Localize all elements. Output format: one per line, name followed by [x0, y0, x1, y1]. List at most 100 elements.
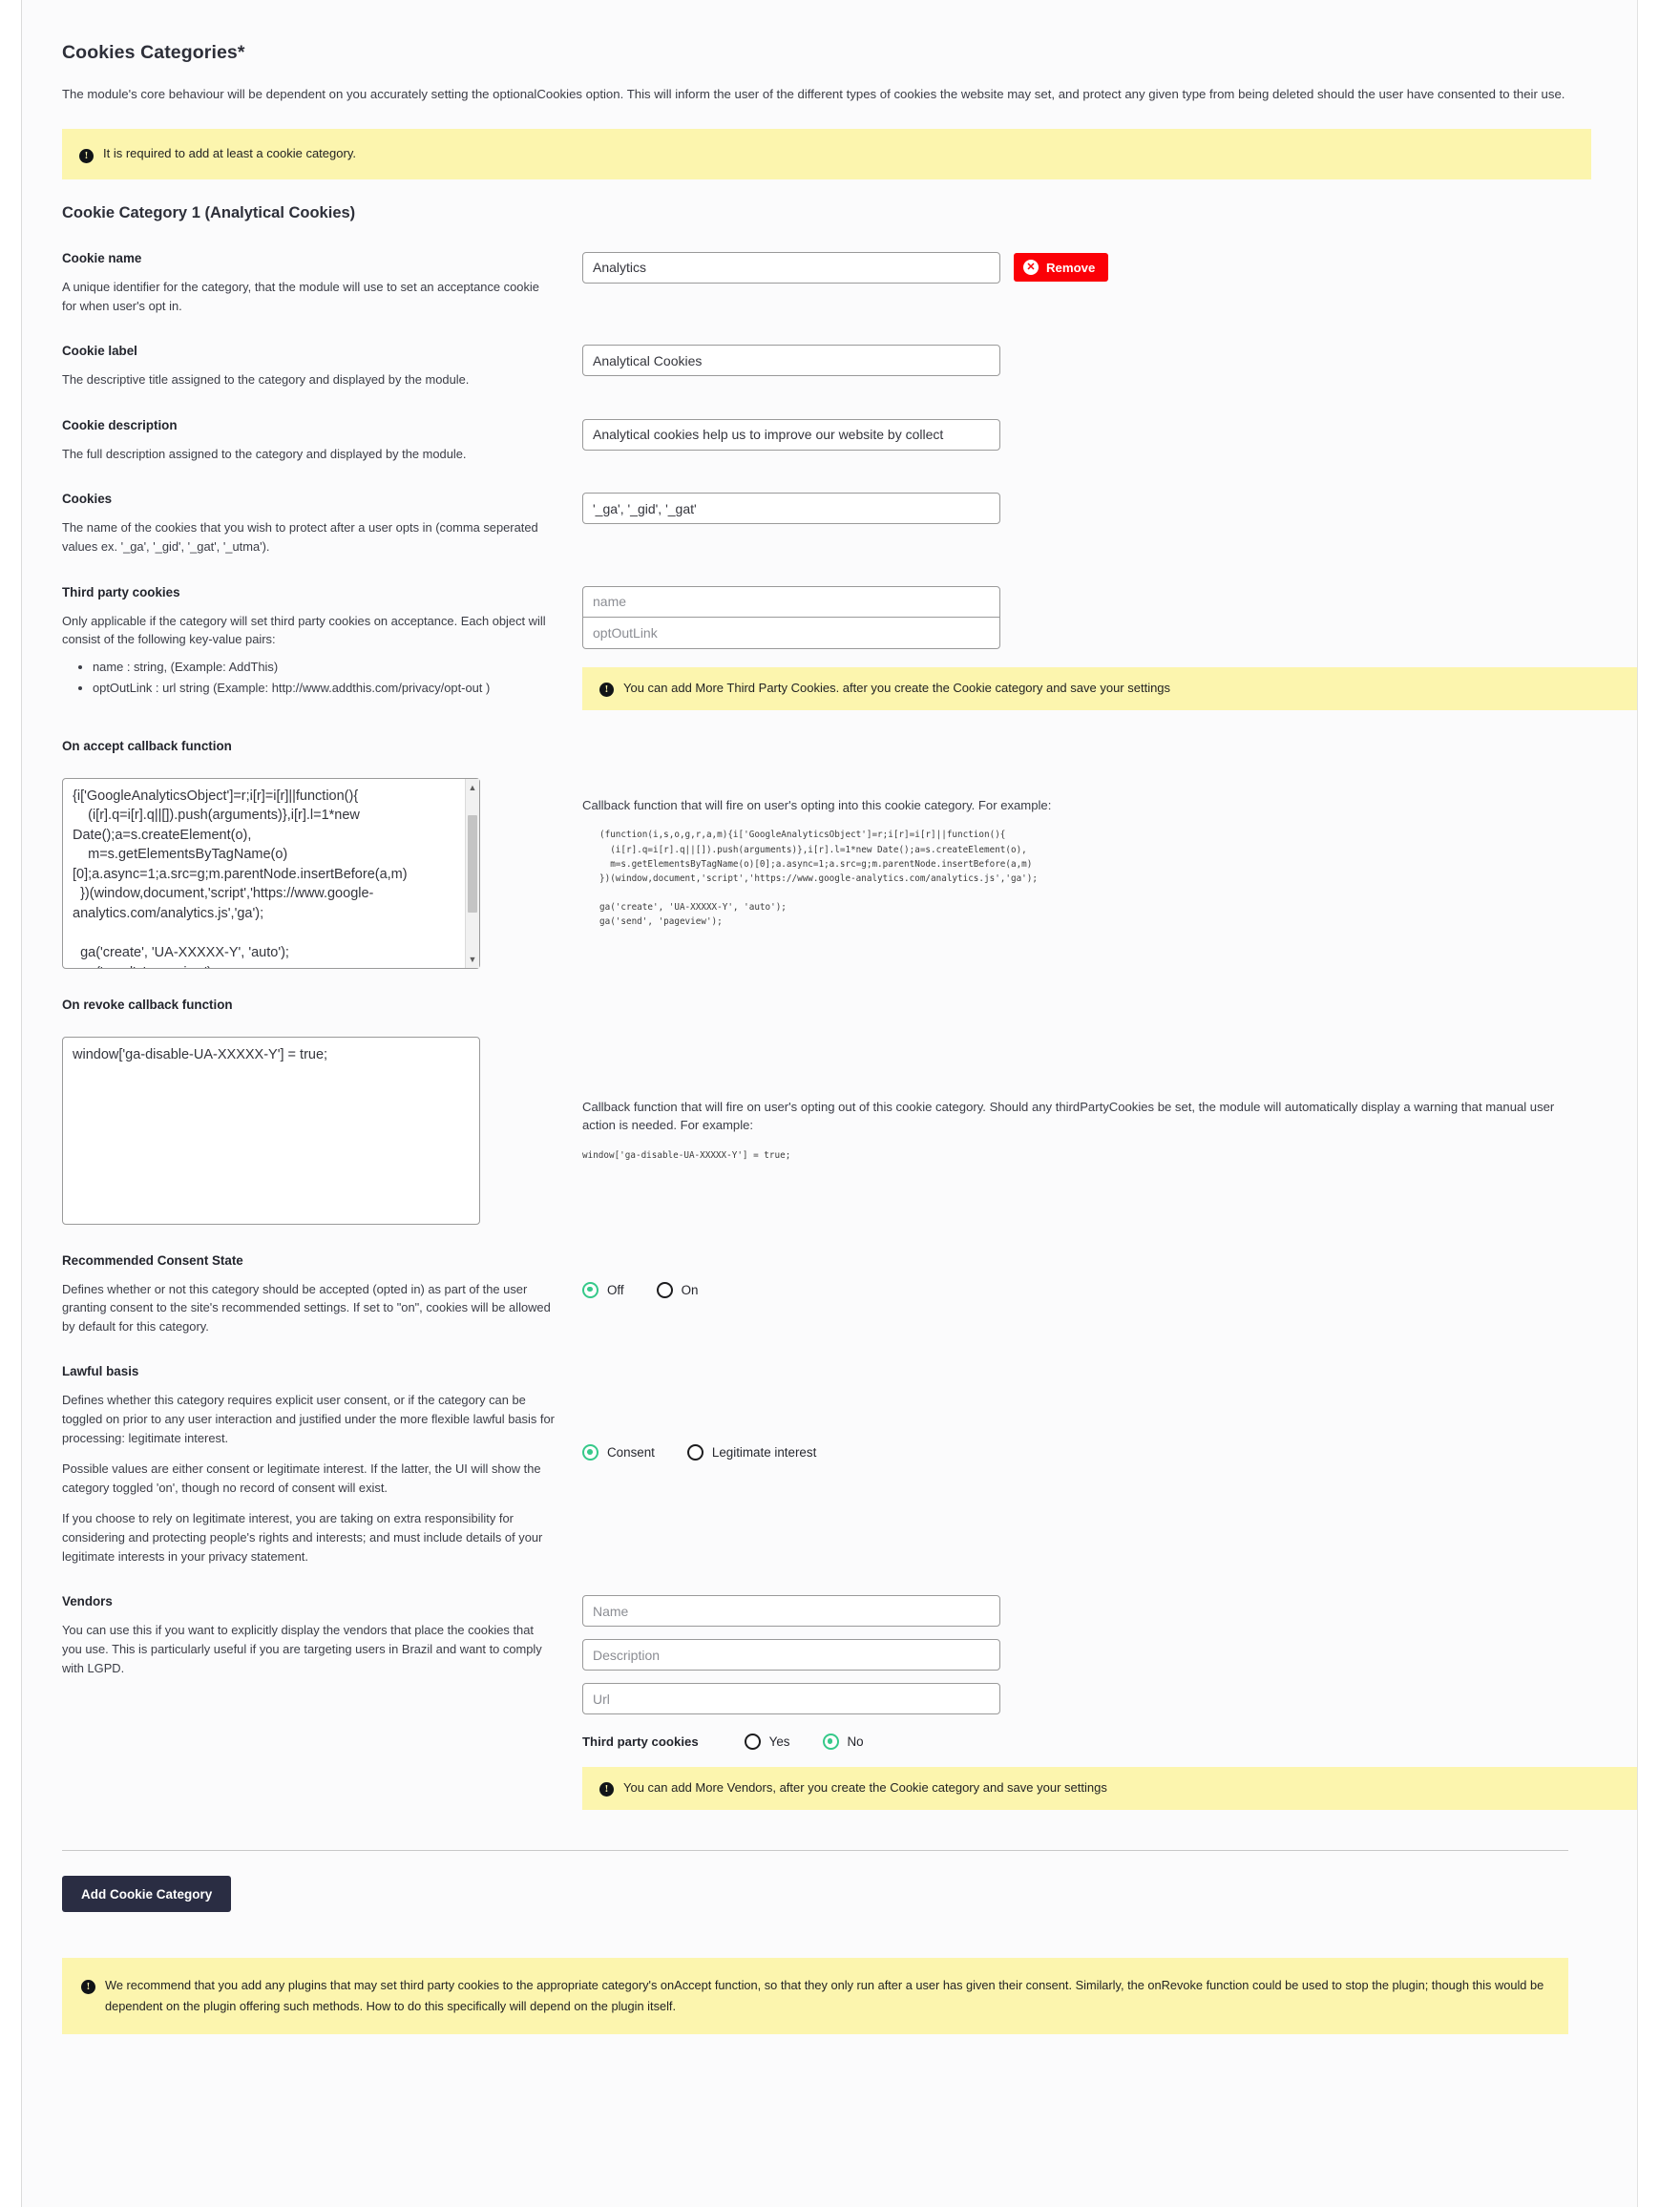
radio-option-off[interactable]: Off	[582, 1281, 624, 1298]
settings-panel: Cookies Categories* The module's core be…	[21, 0, 1638, 2207]
cookie-label-description: The descriptive title assigned to the ca…	[62, 372, 470, 388]
exclamation-icon: !	[81, 1975, 95, 1996]
on-revoke-help-text: Callback function that will fire on user…	[582, 1099, 1555, 1133]
field-third-party-labelcol: Third party cookies Only applicable if t…	[62, 585, 582, 702]
on-accept-textarea-wrap: {i['GoogleAnalyticsObject']=r;i[r]=i[r]|…	[62, 777, 480, 969]
radio-label-off: Off	[607, 1282, 624, 1297]
field-cookies: Cookies The name of the cookies that you…	[62, 492, 1591, 556]
on-revoke-textarea[interactable]: window['ga-disable-UA-XXXXX-Y'] = true;	[62, 1036, 480, 1225]
lawful-basis-radios: Consent Legitimate interest	[582, 1444, 1591, 1461]
radio-option-legitimate-interest[interactable]: Legitimate interest	[686, 1444, 817, 1461]
required-category-notice-text: It is required to add at least a cookie …	[103, 145, 356, 160]
field-cookie-description: Cookie description The full description …	[62, 418, 1591, 464]
cookie-name-label: Cookie name	[62, 250, 142, 265]
field-third-party-cookies: Third party cookies Only applicable if t…	[62, 585, 1637, 710]
cookie-name-description: A unique identifier for the category, th…	[62, 279, 539, 313]
radio-option-on[interactable]: On	[656, 1281, 699, 1298]
vendors-description: You can use this if you want to explicit…	[62, 1623, 542, 1675]
on-accept-label: On accept callback function	[62, 738, 232, 753]
field-lawful-basis-ctrlcol: Consent Legitimate interest	[582, 1364, 1591, 1461]
radio-label-legitimate-interest: Legitimate interest	[711, 1445, 817, 1461]
radio-label-consent: Consent	[607, 1445, 655, 1461]
field-cookie-description-ctrlcol	[582, 418, 1591, 451]
exclamation-icon: !	[79, 145, 94, 164]
on-accept-scrollbar[interactable]: ▲ ▼	[465, 778, 479, 968]
cookies-label: Cookies	[62, 492, 113, 507]
radio-option-yes[interactable]: Yes	[744, 1734, 790, 1751]
on-revoke-help-code: window['ga-disable-UA-XXXXX-Y'] = true;	[582, 1150, 791, 1162]
page-root: Cookies Categories* The module's core be…	[0, 0, 1680, 2207]
vendors-notice-text: You can add More Vendors, after you crea…	[623, 1780, 1107, 1796]
footer-recommendation-notice: ! We recommend that you add any plugins …	[62, 1958, 1568, 2034]
field-third-party-ctrlcol: ! You can add More Third Party Cookies. …	[582, 585, 1637, 710]
vendor-url-input[interactable]	[582, 1683, 1000, 1715]
on-accept-help-text: Callback function that will fire on user…	[582, 797, 1052, 812]
scroll-up-icon[interactable]: ▲	[466, 781, 479, 794]
third-party-cookies-bullets: name : string, (Example: AddThis) optOut…	[62, 658, 556, 699]
field-lawful-basis: Lawful basis Defines whether this catego…	[62, 1364, 1591, 1566]
required-category-notice: ! It is required to add at least a cooki…	[62, 128, 1591, 179]
radio-indicator-on[interactable]	[656, 1281, 673, 1298]
radio-label-yes: Yes	[768, 1734, 790, 1750]
close-circle-icon: ✕	[1023, 260, 1039, 276]
cookie-label-label: Cookie label	[62, 344, 137, 359]
lawful-basis-paragraph-1: Defines whether this category requires e…	[62, 1393, 555, 1445]
bottom-spacer	[41, 2034, 1591, 2072]
field-recommended-consent-state: Recommended Consent State Defines whethe…	[62, 1253, 1591, 1336]
field-cookie-label-labelcol: Cookie label The descriptive title assig…	[62, 344, 582, 389]
radio-indicator-consent[interactable]	[582, 1444, 598, 1461]
cookies-input[interactable]	[582, 493, 1000, 525]
cookie-category-title: Cookie Category 1 (Analytical Cookies)	[62, 203, 356, 221]
third-party-optoutlink-input[interactable]	[582, 617, 1000, 649]
radio-option-no[interactable]: No	[822, 1734, 864, 1751]
cookie-name-input[interactable]	[582, 251, 1000, 284]
footer-recommendation-notice-text: We recommend that you add any plugins th…	[105, 1978, 1544, 2014]
on-accept-textarea[interactable]: {i['GoogleAnalyticsObject']=r;i[r]=i[r]|…	[62, 777, 480, 969]
radio-option-consent[interactable]: Consent	[582, 1444, 655, 1461]
page-description: The module's core behaviour will be depe…	[62, 87, 1565, 101]
field-cookie-description-labelcol: Cookie description The full description …	[62, 418, 582, 464]
third-party-name-input[interactable]	[582, 585, 1000, 618]
exclamation-icon: !	[599, 1780, 614, 1797]
exclamation-icon: !	[599, 681, 614, 697]
radio-label-no: No	[847, 1734, 864, 1750]
field-on-accept: On accept callback function {i['GoogleAn…	[62, 739, 1591, 969]
radio-indicator-legitimate-interest[interactable]	[686, 1444, 704, 1461]
on-revoke-textarea-wrap: window['ga-disable-UA-XXXXX-Y'] = true;	[62, 1036, 480, 1225]
radio-indicator-no[interactable]	[822, 1734, 839, 1751]
radio-indicator-yes[interactable]	[744, 1734, 761, 1751]
field-on-accept-labelcol: On accept callback function {i['GoogleAn…	[62, 739, 582, 969]
scrollbar-thumb[interactable]	[468, 814, 477, 913]
field-on-revoke-ctrlcol: Callback function that will fire on user…	[582, 998, 1591, 1164]
add-cookie-category-button[interactable]: Add Cookie Category	[62, 1876, 232, 1913]
radio-label-on: On	[681, 1282, 699, 1297]
field-cookie-label-ctrlcol	[582, 344, 1591, 377]
vendors-notice: ! You can add More Vendors, after you cr…	[582, 1767, 1637, 1811]
list-item: optOutLink : url string (Example: http:/…	[93, 679, 556, 699]
cookies-description: The name of the cookies that you wish to…	[62, 520, 538, 554]
cookie-description-input[interactable]	[582, 418, 1000, 451]
on-revoke-label: On revoke callback function	[62, 997, 233, 1012]
third-party-cookies-description: Only applicable if the category will set…	[62, 613, 546, 647]
radio-indicator-off[interactable]	[582, 1281, 598, 1298]
scroll-down-icon[interactable]: ▼	[466, 953, 479, 966]
third-party-inputs	[582, 585, 1637, 649]
remove-category-button[interactable]: ✕ Remove	[1014, 253, 1109, 283]
vendor-name-input[interactable]	[582, 1595, 1000, 1628]
recommended-consent-state-label: Recommended Consent State	[62, 1252, 243, 1268]
field-recommended-ctrlcol: Off On	[582, 1253, 1591, 1298]
section-divider	[62, 1850, 1568, 1852]
vendor-description-input[interactable]	[582, 1639, 1000, 1671]
lawful-basis-paragraph-3: If you choose to rely on legitimate inte…	[62, 1511, 543, 1564]
third-party-cookies-notice-text: You can add More Third Party Cookies. af…	[623, 680, 1171, 695]
cookie-label-input[interactable]	[582, 345, 1000, 377]
vendors-gap-1	[582, 1627, 1637, 1639]
recommended-consent-state-description: Defines whether or not this category sho…	[62, 1281, 551, 1334]
field-cookie-name-ctrlcol: ✕ Remove	[582, 251, 1591, 284]
field-on-revoke: On revoke callback function window['ga-d…	[62, 998, 1591, 1225]
page-title: Cookies Categories*	[62, 42, 245, 63]
cookie-description-description: The full description assigned to the cat…	[62, 446, 467, 461]
on-accept-help-code: (function(i,s,o,g,r,a,m){i['GoogleAnalyt…	[599, 830, 1038, 927]
lawful-basis-label: Lawful basis	[62, 1364, 139, 1379]
field-vendors-ctrlcol: Third party cookies Yes No ! You can add…	[582, 1594, 1637, 1811]
